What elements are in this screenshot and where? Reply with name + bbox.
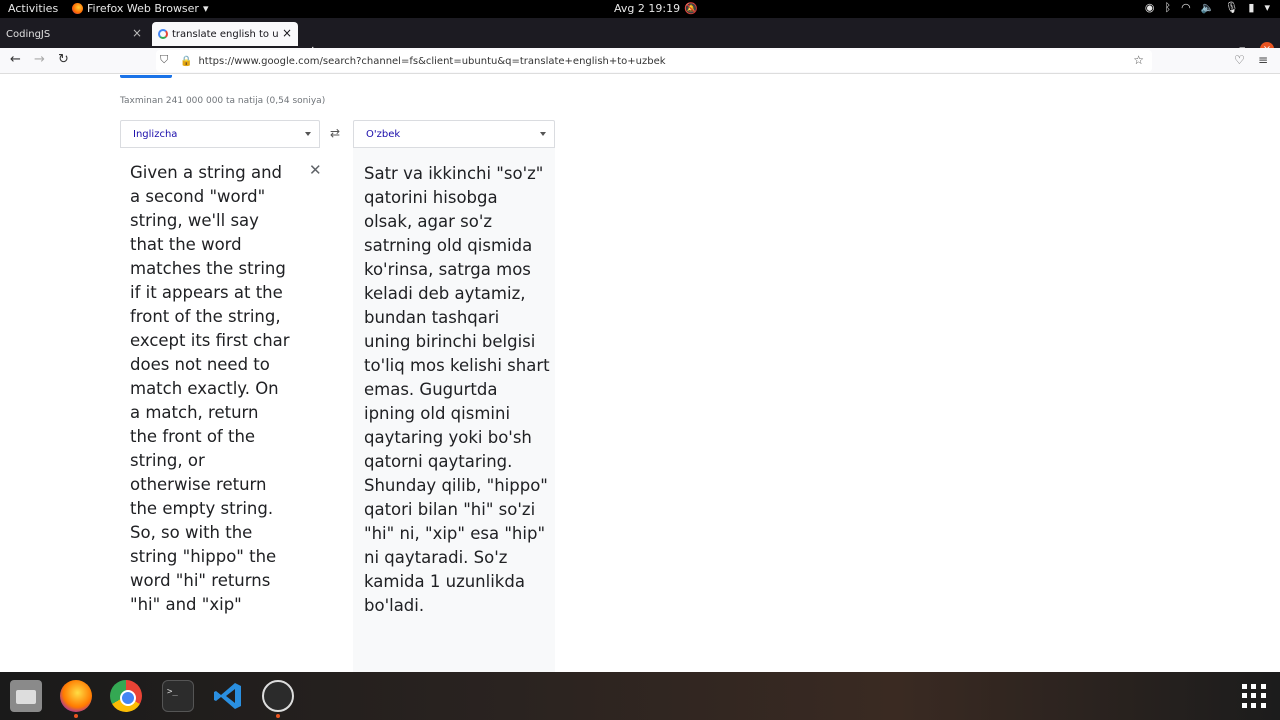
ubuntu-dock: >_ — [0, 672, 1280, 720]
close-icon[interactable]: × — [132, 26, 142, 40]
tab-strip: CodingJS × translate english to uzbek × … — [0, 18, 1280, 61]
wifi-icon: ◠ — [1181, 1, 1191, 14]
app-menu-label: Firefox Web Browser — [87, 2, 199, 15]
bluetooth-icon: ᛒ — [1164, 1, 1172, 14]
tab-translate[interactable]: translate english to uzbek × — [152, 22, 298, 46]
url-bar[interactable]: ⛉ 🔒 https://www.google.com/search?channe… — [156, 50, 1152, 72]
results-count: Taxminan 241 000 000 ta natija (0,54 son… — [120, 96, 326, 106]
running-indicator — [276, 714, 280, 718]
app-menu[interactable]: Firefox Web Browser ▾ — [72, 2, 209, 15]
source-language-select[interactable]: Inglizcha — [120, 120, 320, 148]
reload-icon[interactable]: ↻ — [58, 52, 69, 67]
firefox-icon — [72, 3, 83, 14]
volume-icon: 🔈 — [1200, 1, 1215, 14]
chrome-indicator-icon: ◉ — [1144, 1, 1155, 14]
firefox-app-icon[interactable] — [60, 680, 92, 712]
close-icon[interactable]: ✕ — [309, 161, 322, 179]
chrome-app-icon[interactable] — [110, 680, 142, 712]
dropdown-caret-icon — [305, 132, 311, 136]
url-text[interactable]: https://www.google.com/search?channel=fs… — [198, 56, 665, 67]
forward-arrow-icon[interactable]: → — [34, 52, 45, 67]
pocket-icon[interactable]: ♡ — [1234, 53, 1245, 67]
dropdown-caret-icon — [540, 132, 546, 136]
tab-title: translate english to uzbek — [172, 28, 278, 40]
terminal-app-icon[interactable]: >_ — [162, 680, 194, 712]
files-app-icon[interactable] — [10, 680, 42, 712]
clock[interactable]: Avg 2 19:19 🔕 — [614, 2, 698, 15]
tab-title: CodingJS — [6, 28, 51, 40]
back-arrow-icon[interactable]: ← — [10, 52, 21, 67]
activities-button[interactable]: Activities — [8, 2, 58, 15]
battery-icon: ▮ — [1248, 1, 1255, 14]
tracking-shield-icon[interactable]: ⛉ — [160, 53, 168, 67]
microphone-icon: 🎙 — [1224, 1, 1239, 14]
google-favicon-icon — [158, 29, 168, 39]
chevron-down-icon: ▾ — [202, 2, 209, 15]
running-indicator — [74, 714, 78, 718]
obs-app-icon[interactable] — [262, 680, 294, 712]
gnome-top-bar: Activities Firefox Web Browser ▾ Avg 2 1… — [0, 0, 1280, 18]
hamburger-menu-icon[interactable]: ≡ — [1258, 53, 1268, 67]
close-icon[interactable]: × — [282, 26, 292, 40]
target-language-select[interactable]: O'zbek — [353, 120, 555, 148]
bell-muted-icon: 🔕 — [684, 2, 698, 15]
show-applications-icon[interactable] — [1242, 684, 1266, 708]
target-language-label: O'zbek — [366, 128, 401, 140]
source-text-input[interactable]: Given a string and a second "word" strin… — [130, 161, 290, 617]
vscode-app-icon[interactable] — [212, 680, 244, 712]
active-search-tab-indicator — [120, 75, 172, 78]
system-tray[interactable]: ◉ ᛒ ◠ 🔈 🎙 ▮ ▾ — [1145, 1, 1270, 14]
tab-codingjs[interactable]: CodingJS × — [0, 22, 150, 46]
lock-icon[interactable]: 🔒 — [180, 56, 192, 67]
translated-text: Satr va ikkinchi "so'z" qatorini hisobga… — [364, 164, 550, 615]
swap-icon[interactable]: ⇄ — [330, 126, 340, 140]
page-content: Taxminan 241 000 000 ta natija (0,54 son… — [0, 75, 1280, 672]
source-language-label: Inglizcha — [133, 128, 178, 140]
clock-label: Avg 2 19:19 — [614, 2, 681, 15]
navigation-bar: ← → ↻ ⛉ 🔒 https://www.google.com/search?… — [0, 48, 1280, 74]
bookmark-star-icon[interactable]: ☆ — [1133, 53, 1144, 67]
chevron-down-icon: ▾ — [1264, 1, 1270, 14]
